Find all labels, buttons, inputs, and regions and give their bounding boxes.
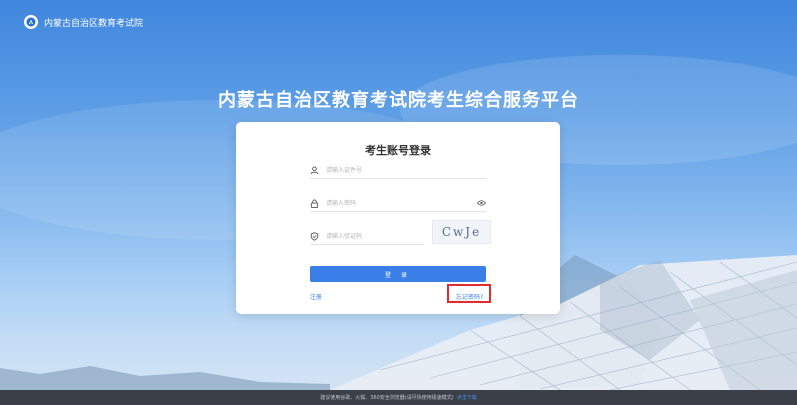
- footer-bar: 建议使用谷歌、火狐、360安全浏览器(请尽快使用极速模式) 点击下载: [0, 390, 797, 405]
- password-input[interactable]: [326, 197, 476, 209]
- id-number-field: [310, 162, 486, 179]
- site-name: 内蒙古自治区教育考试院: [44, 18, 144, 29]
- lock-icon: [310, 198, 320, 208]
- shield-icon: [310, 231, 320, 241]
- captcha-field: [310, 228, 424, 245]
- register-link[interactable]: 注册: [310, 292, 322, 301]
- login-button[interactable]: 登 录: [310, 266, 486, 282]
- eye-toggle-icon[interactable]: [476, 198, 486, 208]
- forgot-password-highlight: [447, 284, 491, 303]
- captcha-image[interactable]: CwJe: [432, 220, 491, 244]
- site-logo: [24, 15, 38, 29]
- captcha-input[interactable]: [326, 230, 424, 242]
- page-title: 内蒙古自治区教育考试院考生综合服务平台: [218, 90, 579, 111]
- login-title: 考生账号登录: [365, 144, 431, 157]
- id-number-input[interactable]: [326, 164, 486, 176]
- login-card: 考生账号登录 请输入证件号 请输入验证码 CwJe 登 录 注册 忘记密码?: [236, 122, 560, 314]
- password-field: [310, 195, 486, 212]
- browser-recommendation-text: 建议使用谷歌、火狐、360安全浏览器(请尽快使用极速模式): [320, 395, 454, 401]
- user-icon: [310, 165, 320, 175]
- logo-icon: [26, 17, 36, 27]
- download-link[interactable]: 点击下载: [457, 394, 477, 401]
- site-header: 内蒙古自治区教育考试院: [24, 12, 143, 32]
